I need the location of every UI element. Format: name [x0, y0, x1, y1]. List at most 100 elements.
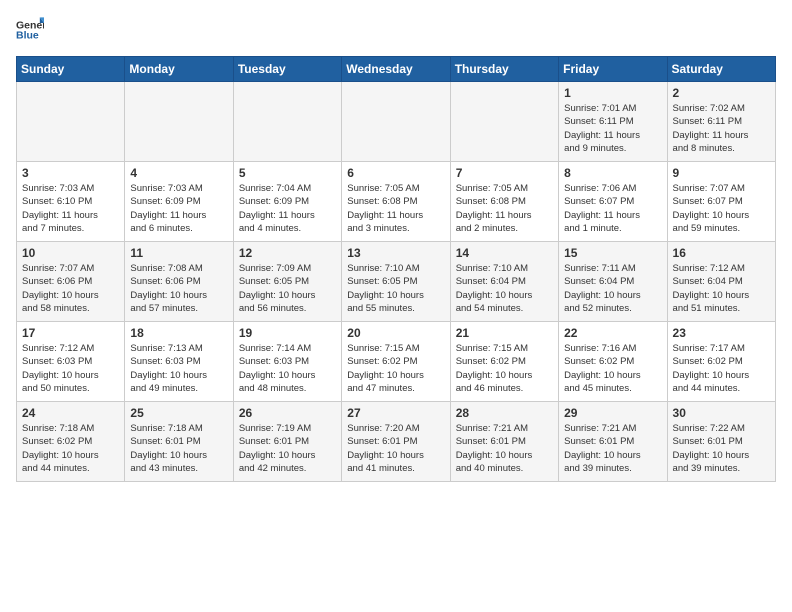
- day-number: 18: [130, 326, 227, 340]
- day-info: Sunrise: 7:20 AM Sunset: 6:01 PM Dayligh…: [347, 422, 444, 475]
- day-info: Sunrise: 7:14 AM Sunset: 6:03 PM Dayligh…: [239, 342, 336, 395]
- calendar-cell: 2Sunrise: 7:02 AM Sunset: 6:11 PM Daylig…: [667, 82, 775, 162]
- calendar-cell: [450, 82, 558, 162]
- day-info: Sunrise: 7:09 AM Sunset: 6:05 PM Dayligh…: [239, 262, 336, 315]
- day-info: Sunrise: 7:10 AM Sunset: 6:04 PM Dayligh…: [456, 262, 553, 315]
- calendar-cell: 26 Sunrise: 7:19 AM Sunset: 6:01 PM Dayli…: [233, 402, 341, 482]
- day-info: Sunrise: 7:06 AM Sunset: 6:07 PM Dayligh…: [564, 182, 661, 235]
- day-number: 10: [22, 246, 119, 260]
- day-info: Sunrise: 7:08 AM Sunset: 6:06 PM Dayligh…: [130, 262, 227, 315]
- day-info: Sunrise: 7:07 AM Sunset: 6:06 PM Dayligh…: [22, 262, 119, 315]
- calendar-cell: 12 Sunrise: 7:09 AM Sunset: 6:05 PM Dayli…: [233, 242, 341, 322]
- header-thursday: Thursday: [450, 57, 558, 82]
- day-number: 12: [239, 246, 336, 260]
- calendar-cell: [17, 82, 125, 162]
- svg-text:Blue: Blue: [16, 29, 39, 41]
- calendar-cell: 5 Sunrise: 7:04 AM Sunset: 6:09 PM Daylig…: [233, 162, 341, 242]
- day-info: Sunrise: 7:12 AM Sunset: 6:03 PM Dayligh…: [22, 342, 119, 395]
- day-number: 24: [22, 406, 119, 420]
- day-info: Sunrise: 7:03 AM Sunset: 6:09 PM Dayligh…: [130, 182, 227, 235]
- logo-icon: General Blue: [16, 16, 44, 44]
- day-info: Sunrise: 7:17 AM Sunset: 6:02 PM Dayligh…: [673, 342, 770, 395]
- calendar-cell: 6Sunrise: 7:05 AM Sunset: 6:08 PM Daylig…: [342, 162, 450, 242]
- day-number: 5: [239, 166, 336, 180]
- calendar-week-1: 1 Sunrise: 7:01 AM Sunset: 6:11 PM Daylig…: [17, 82, 776, 162]
- day-number: 28: [456, 406, 553, 420]
- calendar-cell: 18 Sunrise: 7:13 AM Sunset: 6:03 PM Dayli…: [125, 322, 233, 402]
- page-header: General Blue: [16, 16, 776, 44]
- day-info: Sunrise: 7:05 AM Sunset: 6:08 PM Dayligh…: [456, 182, 553, 235]
- day-number: 6: [347, 166, 444, 180]
- day-info: Sunrise: 7:18 AM Sunset: 6:01 PM Dayligh…: [130, 422, 227, 475]
- calendar-cell: [342, 82, 450, 162]
- day-number: 8: [564, 166, 661, 180]
- day-info: Sunrise: 7:04 AM Sunset: 6:09 PM Dayligh…: [239, 182, 336, 235]
- header-tuesday: Tuesday: [233, 57, 341, 82]
- day-number: 19: [239, 326, 336, 340]
- calendar-cell: 13 Sunrise: 7:10 AM Sunset: 6:05 PM Dayli…: [342, 242, 450, 322]
- day-number: 15: [564, 246, 661, 260]
- day-number: 17: [22, 326, 119, 340]
- calendar-cell: 4Sunrise: 7:03 AM Sunset: 6:09 PM Daylig…: [125, 162, 233, 242]
- day-number: 9: [673, 166, 770, 180]
- day-info: Sunrise: 7:21 AM Sunset: 6:01 PM Dayligh…: [564, 422, 661, 475]
- day-info: Sunrise: 7:16 AM Sunset: 6:02 PM Dayligh…: [564, 342, 661, 395]
- day-info: Sunrise: 7:18 AM Sunset: 6:02 PM Dayligh…: [22, 422, 119, 475]
- day-info: Sunrise: 7:03 AM Sunset: 6:10 PM Dayligh…: [22, 182, 119, 235]
- calendar-cell: 20Sunrise: 7:15 AM Sunset: 6:02 PM Dayli…: [342, 322, 450, 402]
- calendar-cell: 17 Sunrise: 7:12 AM Sunset: 6:03 PM Dayli…: [17, 322, 125, 402]
- day-number: 20: [347, 326, 444, 340]
- calendar-cell: [125, 82, 233, 162]
- calendar-cell: 15 Sunrise: 7:11 AM Sunset: 6:04 PM Dayli…: [559, 242, 667, 322]
- day-number: 2: [673, 86, 770, 100]
- day-number: 22: [564, 326, 661, 340]
- day-number: 27: [347, 406, 444, 420]
- day-info: Sunrise: 7:13 AM Sunset: 6:03 PM Dayligh…: [130, 342, 227, 395]
- calendar-cell: 19 Sunrise: 7:14 AM Sunset: 6:03 PM Dayli…: [233, 322, 341, 402]
- day-number: 11: [130, 246, 227, 260]
- calendar-cell: 27 Sunrise: 7:20 AM Sunset: 6:01 PM Dayli…: [342, 402, 450, 482]
- calendar-cell: [233, 82, 341, 162]
- day-number: 30: [673, 406, 770, 420]
- day-number: 14: [456, 246, 553, 260]
- calendar-cell: 28 Sunrise: 7:21 AM Sunset: 6:01 PM Dayli…: [450, 402, 558, 482]
- day-number: 29: [564, 406, 661, 420]
- calendar-cell: 1 Sunrise: 7:01 AM Sunset: 6:11 PM Daylig…: [559, 82, 667, 162]
- header-saturday: Saturday: [667, 57, 775, 82]
- calendar-week-4: 17 Sunrise: 7:12 AM Sunset: 6:03 PM Dayli…: [17, 322, 776, 402]
- calendar-cell: 16 Sunrise: 7:12 AM Sunset: 6:04 PM Dayli…: [667, 242, 775, 322]
- calendar-cell: 30 Sunrise: 7:22 AM Sunset: 6:01 PM Dayli…: [667, 402, 775, 482]
- day-info: Sunrise: 7:12 AM Sunset: 6:04 PM Dayligh…: [673, 262, 770, 315]
- day-info: Sunrise: 7:21 AM Sunset: 6:01 PM Dayligh…: [456, 422, 553, 475]
- calendar-cell: 8 Sunrise: 7:06 AM Sunset: 6:07 PM Daylig…: [559, 162, 667, 242]
- calendar-cell: 21Sunrise: 7:15 AM Sunset: 6:02 PM Dayli…: [450, 322, 558, 402]
- calendar-cell: 23 Sunrise: 7:17 AM Sunset: 6:02 PM Dayli…: [667, 322, 775, 402]
- day-number: 26: [239, 406, 336, 420]
- header-monday: Monday: [125, 57, 233, 82]
- day-number: 16: [673, 246, 770, 260]
- day-info: Sunrise: 7:10 AM Sunset: 6:05 PM Dayligh…: [347, 262, 444, 315]
- day-number: 21: [456, 326, 553, 340]
- day-info: Sunrise: 7:19 AM Sunset: 6:01 PM Dayligh…: [239, 422, 336, 475]
- day-info: Sunrise: 7:11 AM Sunset: 6:04 PM Dayligh…: [564, 262, 661, 315]
- day-number: 3: [22, 166, 119, 180]
- calendar-week-5: 24 Sunrise: 7:18 AM Sunset: 6:02 PM Dayli…: [17, 402, 776, 482]
- day-info: Sunrise: 7:07 AM Sunset: 6:07 PM Dayligh…: [673, 182, 770, 235]
- calendar-cell: 14 Sunrise: 7:10 AM Sunset: 6:04 PM Dayli…: [450, 242, 558, 322]
- calendar-week-3: 10 Sunrise: 7:07 AM Sunset: 6:06 PM Dayli…: [17, 242, 776, 322]
- day-info: Sunrise: 7:01 AM Sunset: 6:11 PM Dayligh…: [564, 102, 661, 155]
- calendar-cell: 9 Sunrise: 7:07 AM Sunset: 6:07 PM Daylig…: [667, 162, 775, 242]
- day-number: 7: [456, 166, 553, 180]
- day-number: 13: [347, 246, 444, 260]
- day-info: Sunrise: 7:22 AM Sunset: 6:01 PM Dayligh…: [673, 422, 770, 475]
- calendar-cell: 3 Sunrise: 7:03 AM Sunset: 6:10 PM Daylig…: [17, 162, 125, 242]
- day-number: 25: [130, 406, 227, 420]
- calendar-header-row: SundayMondayTuesdayWednesdayThursdayFrid…: [17, 57, 776, 82]
- calendar-cell: 10 Sunrise: 7:07 AM Sunset: 6:06 PM Dayli…: [17, 242, 125, 322]
- calendar-cell: 22 Sunrise: 7:16 AM Sunset: 6:02 PM Dayli…: [559, 322, 667, 402]
- day-number: 23: [673, 326, 770, 340]
- calendar-cell: 7 Sunrise: 7:05 AM Sunset: 6:08 PM Daylig…: [450, 162, 558, 242]
- calendar-cell: 11 Sunrise: 7:08 AM Sunset: 6:06 PM Dayli…: [125, 242, 233, 322]
- header-sunday: Sunday: [17, 57, 125, 82]
- day-number: 1: [564, 86, 661, 100]
